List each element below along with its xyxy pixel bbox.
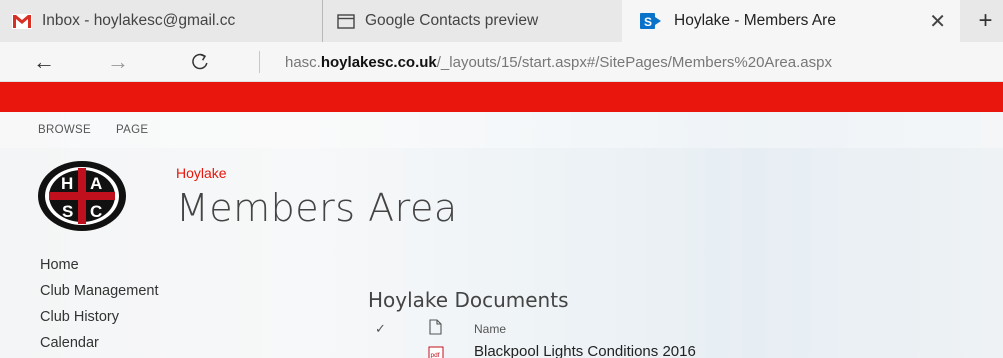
gmail-icon (12, 13, 32, 29)
nav-item-calendar[interactable]: Calendar (40, 335, 99, 351)
ribbon: BROWSE PAGE (0, 112, 1003, 148)
url-host: hoylakesc.co.uk (320, 53, 437, 71)
close-tab-icon[interactable]: ✕ (929, 9, 946, 34)
tab-label: Hoylake - Members Are (674, 12, 836, 29)
url-field[interactable]: hasc. hoylakesc.co.uk/_layouts/15/start.a… (285, 42, 1003, 82)
tab-members-area[interactable]: S Hoylake - Members Are ✕ (622, 0, 960, 42)
logo-letter-a: A (90, 174, 102, 193)
tab-label: Inbox - hoylakesc@gmail.cc (42, 12, 236, 29)
tab-inbox[interactable]: Inbox - hoylakesc@gmail.cc (0, 0, 322, 42)
url-path: /_layouts/15/start.aspx#/SitePages/Membe… (436, 53, 832, 71)
site-logo[interactable]: H A S C (37, 160, 127, 232)
page-content: BROWSE PAGE H A S C Hoylake Members Area… (0, 112, 1003, 358)
logo-letter-c: C (90, 202, 102, 221)
forward-button[interactable]: → (104, 48, 132, 76)
browser-tab-strip: Inbox - hoylakesc@gmail.cc Google Contac… (0, 0, 1003, 42)
page-title: Members Area (176, 186, 458, 230)
address-separator (259, 51, 260, 73)
new-tab-button[interactable]: + (968, 0, 1003, 42)
url-prefix: hasc. (285, 53, 321, 71)
select-all-checkmark-icon[interactable]: ✓ (375, 321, 386, 337)
sharepoint-suite-bar (0, 82, 1003, 112)
nav-item-home[interactable]: Home (40, 257, 79, 273)
nav-item-club-management[interactable]: Club Management (40, 283, 159, 299)
refresh-button[interactable] (186, 48, 214, 76)
document-link[interactable]: Blackpool Lights Conditions 2016 (474, 343, 696, 358)
pdf-icon: pdf (428, 346, 444, 358)
svg-text:pdf: pdf (431, 352, 440, 358)
sharepoint-icon: S (640, 13, 661, 29)
name-column-header[interactable]: Name (474, 322, 506, 336)
logo-letter-h: H (61, 174, 73, 193)
refresh-icon (192, 53, 208, 70)
tab-label: Google Contacts preview (365, 12, 539, 29)
document-type-column-icon (429, 319, 442, 335)
logo-letter-s: S (62, 202, 73, 221)
tab-google-contacts[interactable]: Google Contacts preview (322, 0, 622, 42)
window-icon (337, 13, 355, 29)
site-subtitle-link[interactable]: Hoylake (176, 165, 227, 181)
address-bar: ← → hasc. hoylakesc.co.uk/_layouts/15/sta… (0, 42, 1003, 82)
ribbon-tab-browse[interactable]: BROWSE (38, 124, 91, 136)
svg-text:S: S (644, 15, 652, 29)
ribbon-tab-page[interactable]: PAGE (116, 124, 148, 136)
nav-item-club-history[interactable]: Club History (40, 309, 119, 325)
documents-web-part-title[interactable]: Hoylake Documents (368, 288, 569, 312)
back-button[interactable]: ← (30, 48, 58, 76)
